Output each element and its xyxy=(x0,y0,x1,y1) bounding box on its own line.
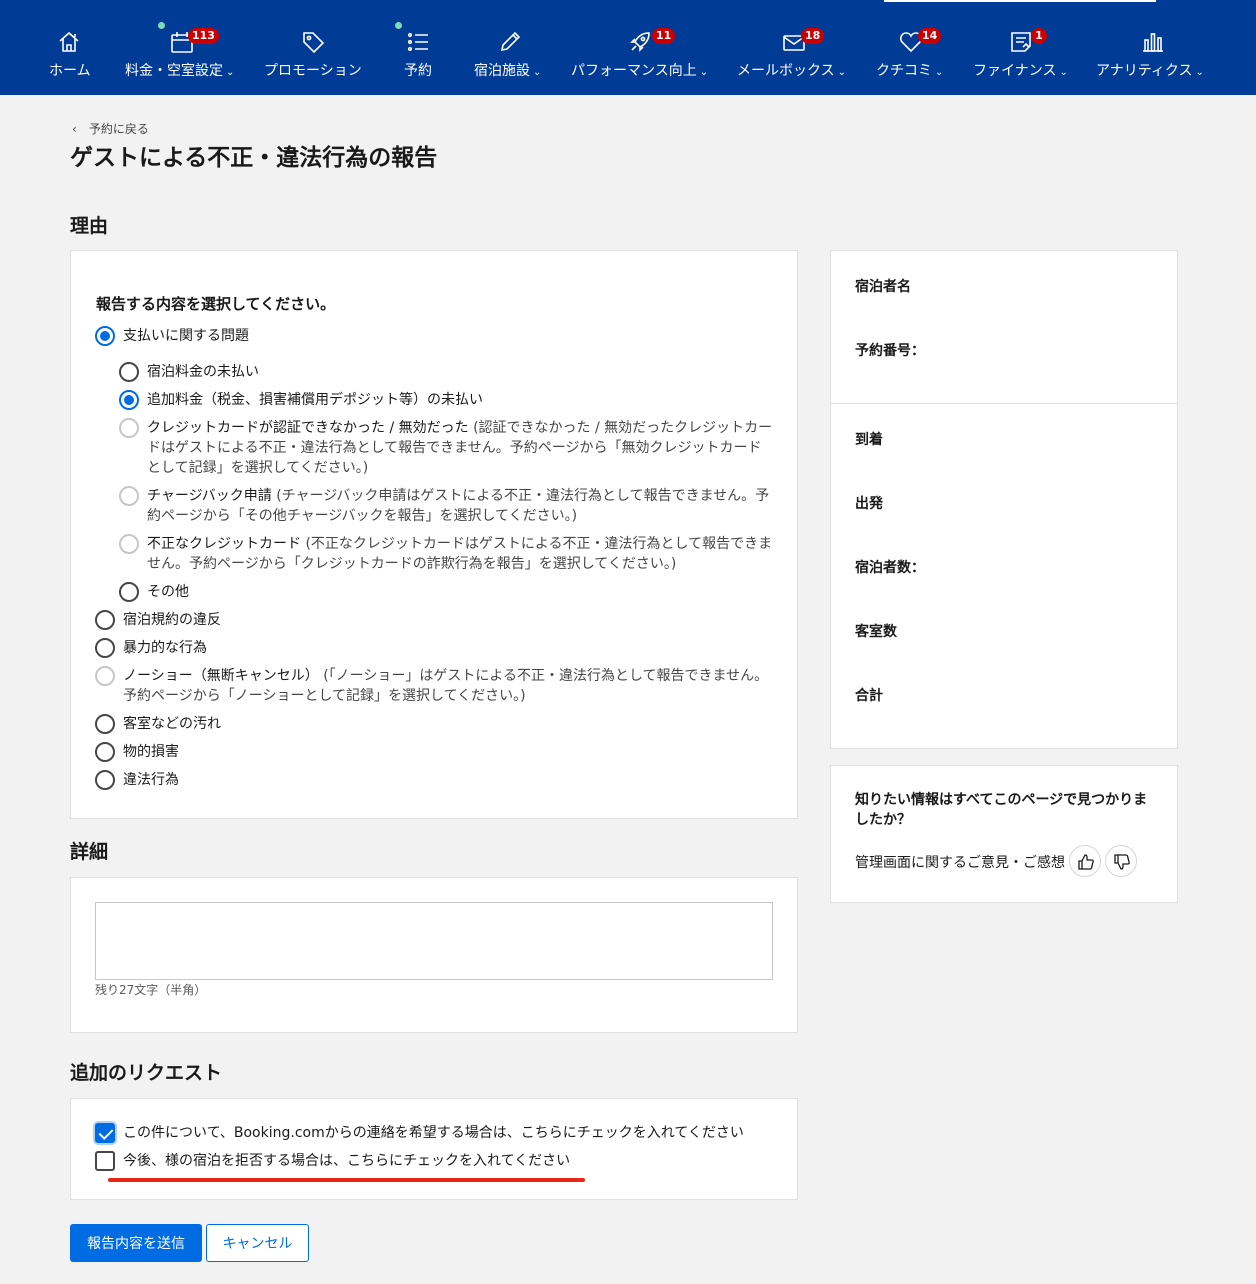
notification-badge: 1 xyxy=(1031,28,1047,44)
chevron-down-icon: ⌄ xyxy=(837,67,846,78)
home-icon xyxy=(55,28,83,56)
radio-button[interactable] xyxy=(95,714,115,734)
nav-item-promotions[interactable]: プロモーション xyxy=(264,24,364,84)
total-label: 合計 xyxy=(855,688,883,704)
radio-button[interactable] xyxy=(95,742,115,762)
cancel-button[interactable]: キャンセル xyxy=(206,1224,309,1262)
new-indicator-dot xyxy=(395,22,402,29)
radio-button[interactable] xyxy=(95,326,115,346)
guests-label: 宿泊者数： xyxy=(855,560,925,576)
back-to-reservations-link[interactable]: ‹ 予約に戻る xyxy=(72,120,149,137)
feedback-card xyxy=(830,765,1178,903)
notification-badge: 11 xyxy=(652,28,676,44)
reason-question: 報告する内容を選択してください。 xyxy=(96,295,336,313)
chevron-down-icon: ⌄ xyxy=(699,67,709,78)
new-indicator-dot xyxy=(158,22,165,29)
bar-chart-icon xyxy=(1139,28,1167,56)
nav-item-inbox[interactable]: 18 メールボックス ⌄ xyxy=(737,24,852,84)
feedback-text: 管理画面に関するご意見・ご感想 xyxy=(855,855,1065,871)
chevron-down-icon: ⌄ xyxy=(226,67,235,78)
radio-button[interactable] xyxy=(95,638,115,658)
radio-button[interactable] xyxy=(119,582,139,602)
reason-option-fraud-card: 不正なクレジットカード (不正なクレジットカードはゲストによる不正・違法行為とし… xyxy=(119,534,773,574)
nav-label: メールボックス ⌄ xyxy=(737,63,846,79)
chevron-down-icon: ⌄ xyxy=(1195,67,1204,78)
list-icon xyxy=(404,28,432,56)
arrival-label: 到着 xyxy=(855,432,883,448)
radio-button xyxy=(119,418,139,438)
requests-section-title: 追加のリクエスト xyxy=(70,1062,223,1084)
rooms-label: 客室数 xyxy=(855,624,897,640)
nav-item-performance[interactable]: 11 パフォーマンス向上 ⌄ xyxy=(571,24,713,84)
reason-option-chargeback: チャージバック申請 (チャージバック申請はゲストによる不正・違法行為として報告で… xyxy=(119,486,773,526)
nav-label: アナリティクス ⌄ xyxy=(1096,63,1204,79)
highlight-underline xyxy=(108,1178,585,1182)
nav-label: パフォーマンス向上 ⌄ xyxy=(571,63,709,79)
notification-badge: 113 xyxy=(188,28,219,44)
nav-label: 料金・空室設定 ⌄ xyxy=(125,63,235,79)
nav-label: クチコミ ⌄ xyxy=(876,63,944,79)
details-section-title: 詳細 xyxy=(70,841,109,863)
thumbs-up-button[interactable] xyxy=(1069,845,1101,877)
pencil-icon xyxy=(496,28,524,56)
rocket-icon xyxy=(626,28,654,56)
nav-item-home[interactable]: ホーム xyxy=(40,24,98,84)
radio-button xyxy=(119,486,139,506)
booking-number-label: 予約番号： xyxy=(855,343,925,359)
radio-button[interactable] xyxy=(95,770,115,790)
top-navigation-bar: ホーム 113 料金・空室設定 ⌄ プロモーション 予約 宿泊施設 ⌄ 11 パフォ… xyxy=(0,0,1256,95)
guest-name-label: 宿泊者名 xyxy=(855,279,911,295)
notification-badge: 14 xyxy=(918,28,942,44)
submit-report-button[interactable]: 報告内容を送信 xyxy=(70,1224,202,1262)
chevron-down-icon: ⌄ xyxy=(1059,67,1068,78)
nav-label: ホーム xyxy=(49,63,91,79)
tag-icon xyxy=(299,28,327,56)
summary-divider xyxy=(831,403,1177,404)
chevron-down-icon: ⌄ xyxy=(533,67,542,78)
nav-label: 予約 xyxy=(404,63,432,79)
radio-button[interactable] xyxy=(119,362,139,382)
departure-label: 出発 xyxy=(855,496,883,512)
nav-item-analytics[interactable]: アナリティクス ⌄ xyxy=(1096,24,1210,84)
thumbs-down-icon xyxy=(1114,854,1130,870)
radio-button xyxy=(119,534,139,554)
details-textarea[interactable] xyxy=(95,902,773,980)
refuse-guest-checkbox[interactable] xyxy=(95,1151,115,1171)
nav-label: 宿泊施設 ⌄ xyxy=(474,63,542,79)
feedback-question: 知りたい情報はすべてこのページで見つかりましたか？ xyxy=(855,792,1148,828)
nav-label: ファイナンス ⌄ xyxy=(973,63,1068,79)
reason-option-no-show: ノーショー（無断キャンセル） (「ノーショー」はゲストによる不正・違法行為として… xyxy=(95,666,773,706)
page-title: ゲストによる不正・違法行為の報告 xyxy=(70,145,438,171)
contact-checkbox[interactable] xyxy=(95,1123,115,1143)
radio-button[interactable] xyxy=(95,610,115,630)
reason-section-title: 理由 xyxy=(70,215,109,237)
radio-button xyxy=(95,666,115,686)
nav-item-property[interactable]: 宿泊施設 ⌄ xyxy=(474,24,546,84)
nav-item-rates-availability[interactable]: 113 料金・空室設定 ⌄ xyxy=(122,22,240,84)
thumbs-down-button[interactable] xyxy=(1105,845,1137,877)
chevron-left-icon: ‹ xyxy=(72,122,77,136)
nav-label: プロモーション xyxy=(264,63,362,79)
thumbs-up-icon xyxy=(1078,854,1094,870)
nav-item-reviews[interactable]: 14 クチコミ ⌄ xyxy=(876,24,950,84)
nav-item-finance[interactable]: 1 ファイナンス ⌄ xyxy=(973,24,1071,84)
nav-item-reservations[interactable]: 予約 xyxy=(394,22,442,84)
radio-button[interactable] xyxy=(119,390,139,410)
requests-card xyxy=(70,1098,798,1200)
character-counter: 残り27文字（半角） xyxy=(95,983,207,997)
notification-badge: 18 xyxy=(801,28,825,44)
search-box-edge[interactable] xyxy=(884,0,1156,2)
chevron-down-icon: ⌄ xyxy=(935,67,944,78)
reason-option-invalid-card: クレジットカードが認証できなかった / 無効だった (認証できなかった / 無効… xyxy=(119,418,773,478)
